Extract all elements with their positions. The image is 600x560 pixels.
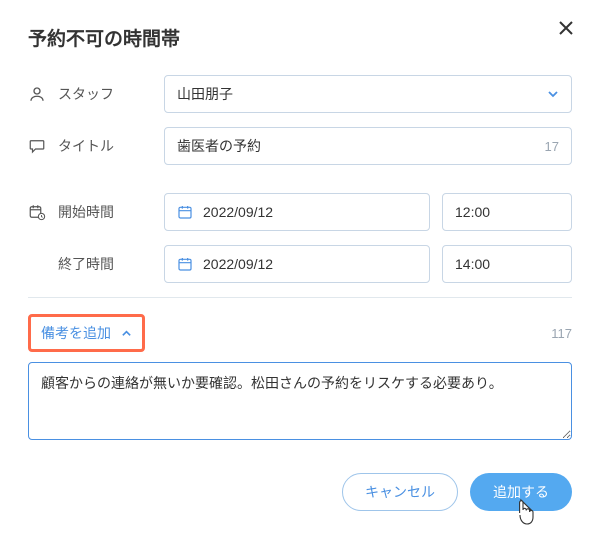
start-time-value: 12:00 (455, 204, 490, 220)
remarks-toggle-label: 備考を追加 (41, 323, 111, 343)
start-date-value: 2022/09/12 (203, 204, 273, 220)
divider (28, 297, 572, 298)
chevron-up-icon (121, 328, 132, 339)
end-time-input[interactable]: 14:00 (442, 245, 572, 283)
end-date-value: 2022/09/12 (203, 256, 273, 272)
highlight-annotation: 備考を追加 (28, 314, 145, 352)
staff-select[interactable]: 山田朋子 (164, 75, 572, 113)
start-row: 開始時間 2022/09/12 12:00 (28, 193, 572, 231)
title-input-value: 歯医者の予約 (177, 136, 261, 156)
title-char-count: 17 (545, 139, 559, 154)
staff-label: スタッフ (58, 84, 164, 104)
staff-select-value: 山田朋子 (177, 84, 233, 104)
start-label: 開始時間 (58, 202, 164, 222)
remarks-header: 備考を追加 117 (28, 314, 572, 352)
calendar-icon (177, 256, 193, 272)
staff-row: スタッフ 山田朋子 (28, 75, 572, 113)
calendar-clock-icon (28, 203, 46, 221)
person-icon (28, 85, 46, 103)
comment-icon (28, 137, 46, 155)
title-row: タイトル 歯医者の予約 17 (28, 127, 572, 165)
footer: キャンセル 追加する (28, 473, 572, 511)
unavailable-time-modal: 予約不可の時間帯 スタッフ 山田朋子 タイトル (0, 0, 600, 533)
start-time-input[interactable]: 12:00 (442, 193, 572, 231)
end-row: 終了時間 2022/09/12 14:00 (28, 245, 572, 283)
cancel-button[interactable]: キャンセル (342, 473, 458, 511)
title-input[interactable]: 歯医者の予約 17 (164, 127, 572, 165)
start-date-input[interactable]: 2022/09/12 (164, 193, 430, 231)
title-label: タイトル (58, 136, 164, 156)
modal-title: 予約不可の時間帯 (28, 24, 572, 51)
remarks-char-count: 117 (551, 326, 572, 341)
remarks-toggle[interactable]: 備考を追加 (31, 317, 142, 349)
close-icon (558, 20, 574, 36)
chevron-down-icon (547, 88, 559, 100)
calendar-icon (177, 204, 193, 220)
end-time-value: 14:00 (455, 256, 490, 272)
submit-button[interactable]: 追加する (470, 473, 572, 511)
end-date-input[interactable]: 2022/09/12 (164, 245, 430, 283)
end-label: 終了時間 (58, 254, 164, 274)
remarks-textarea[interactable] (28, 362, 572, 440)
close-button[interactable] (558, 20, 574, 36)
